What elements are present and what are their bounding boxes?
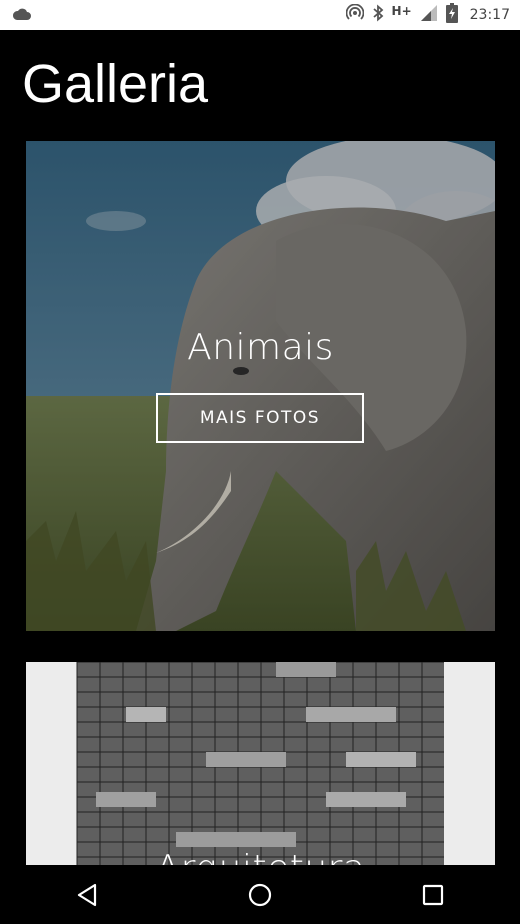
- battery-icon: [445, 3, 458, 27]
- cloud-icon: [12, 6, 32, 25]
- home-icon: [248, 883, 272, 906]
- card-title-architecture: Arquitetura: [26, 848, 495, 865]
- navigation-bar: [0, 865, 520, 924]
- card-overlay: [26, 141, 495, 631]
- more-photos-button[interactable]: MAIS FOTOS: [156, 393, 364, 443]
- screen: H+ 23:17 Galleria Animais MAIS FOTOS: [0, 0, 520, 924]
- home-button[interactable]: [230, 865, 290, 924]
- page-title: Galleria: [22, 54, 209, 114]
- gallery-card-architecture: Arquitetura: [26, 662, 495, 865]
- network-type: H+: [391, 4, 412, 18]
- back-button[interactable]: [57, 865, 117, 924]
- signal-icon: [420, 4, 438, 26]
- hotspot-icon: [345, 3, 364, 26]
- bluetooth-icon: [372, 4, 384, 26]
- status-time: 23:17: [469, 7, 510, 23]
- recents-button[interactable]: [403, 865, 463, 924]
- card-title-animals: Animais: [187, 327, 334, 368]
- card-image-building: [26, 662, 495, 865]
- back-icon: [77, 883, 96, 906]
- recents-icon: [423, 884, 444, 905]
- gallery-card-animals: Animais MAIS FOTOS: [26, 141, 495, 631]
- status-bar: H+ 23:17: [0, 0, 520, 30]
